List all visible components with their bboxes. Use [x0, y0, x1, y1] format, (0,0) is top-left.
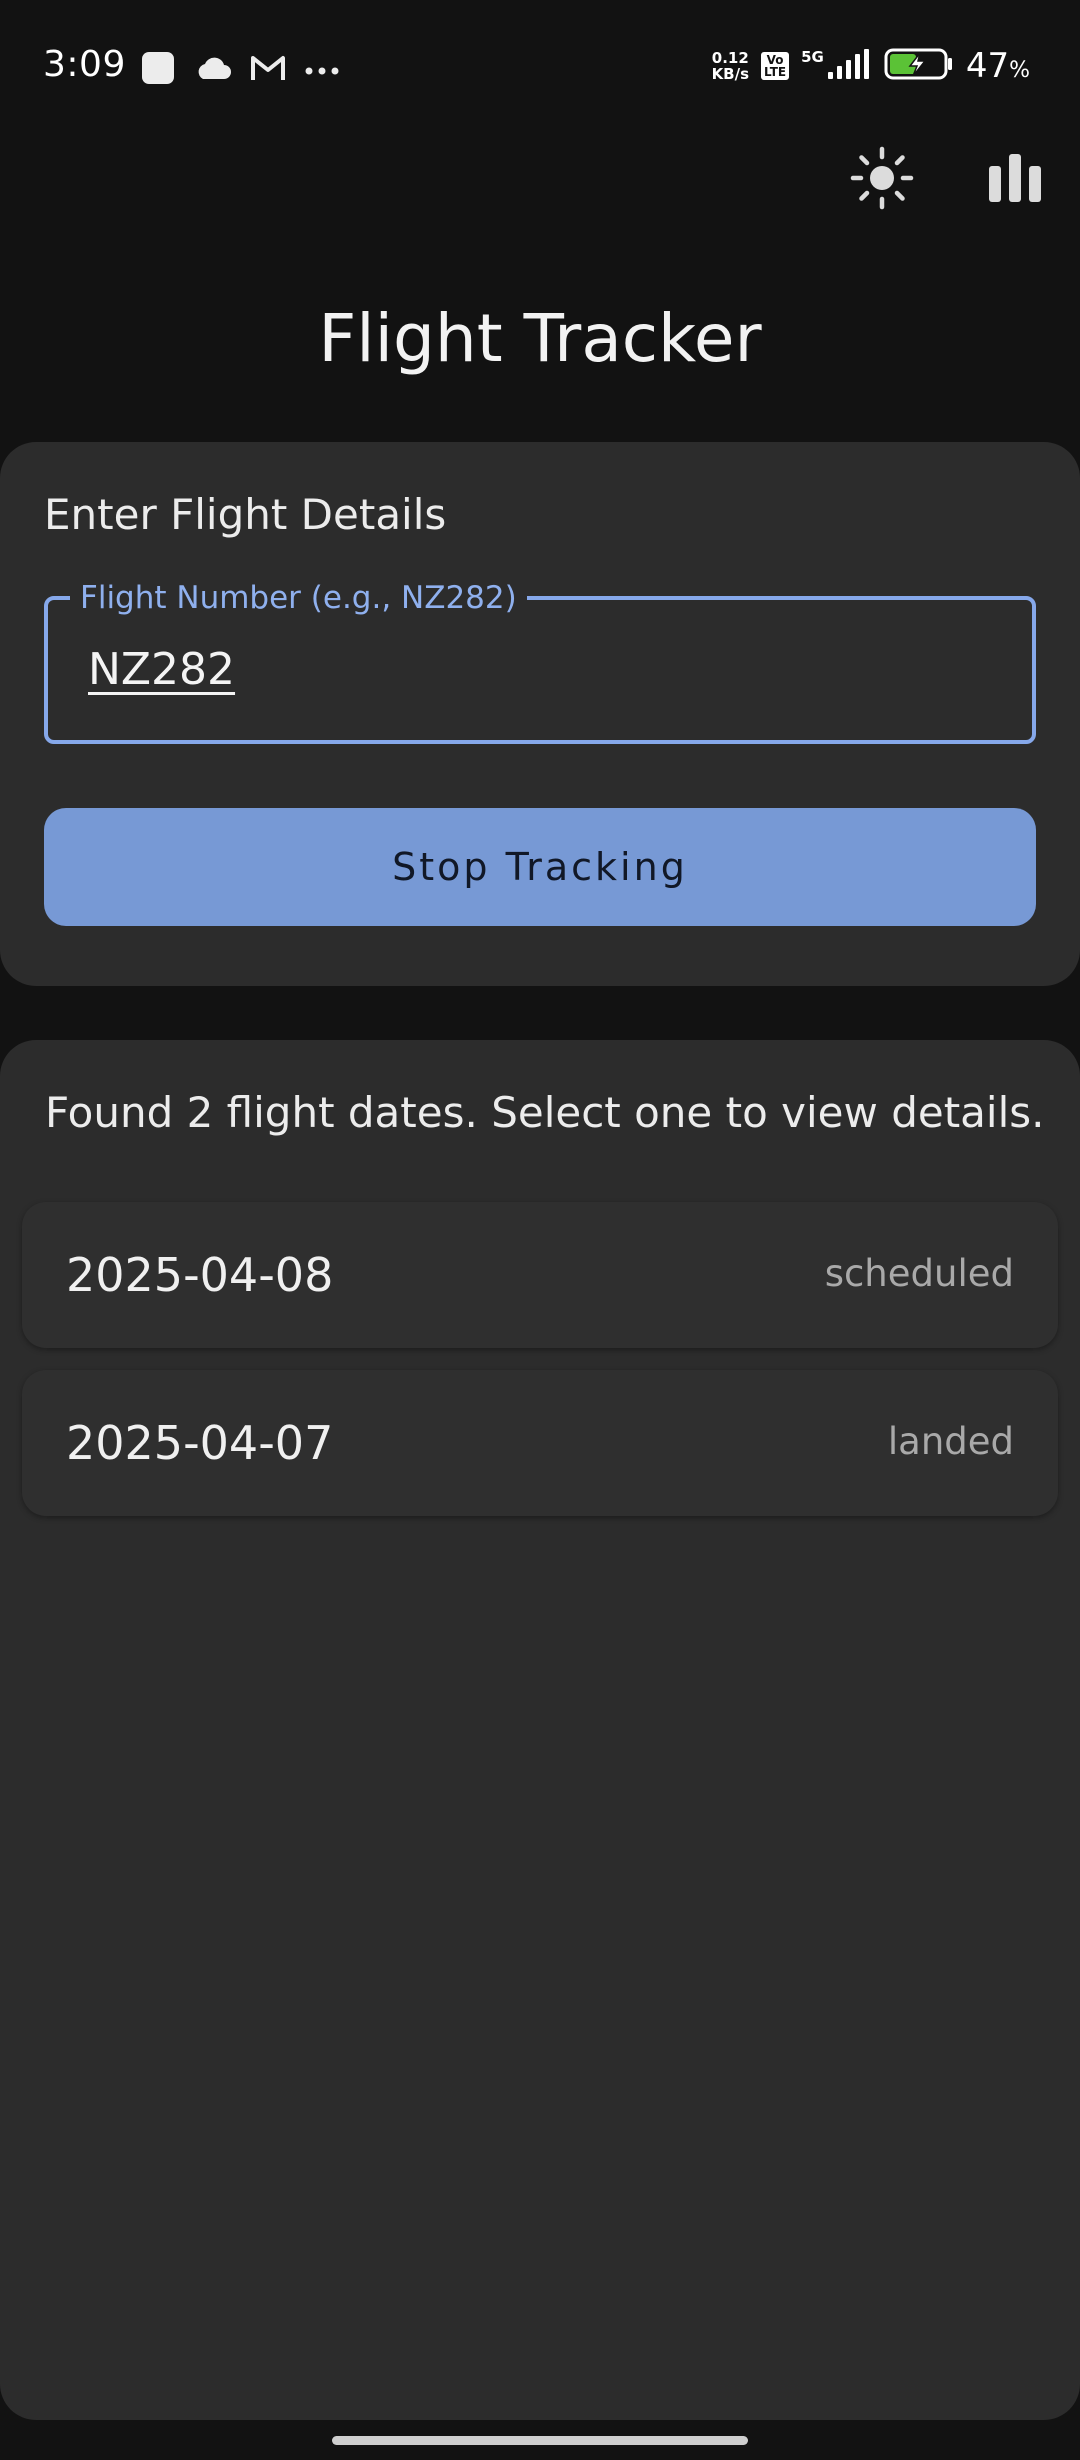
flight-number-input[interactable] — [88, 644, 988, 695]
stats-button[interactable] — [975, 140, 1055, 220]
top-actions — [0, 140, 1080, 220]
volte-bottom: LTE — [764, 65, 787, 79]
flight-status: scheduled — [824, 1252, 1014, 1295]
battery-percent-value: 47 — [965, 46, 1010, 86]
flight-number-field: Flight Number (e.g., NZ282) — [44, 578, 1036, 744]
flight-date: 2025-04-07 — [66, 1416, 334, 1470]
network-speed: 0.12 KB/s — [712, 50, 749, 82]
notification-icons — [140, 50, 340, 90]
network-speed-value: 0.12 — [711, 49, 749, 67]
flight-date-item[interactable]: 2025-04-08 scheduled — [22, 1202, 1058, 1348]
flight-number-label: Flight Number (e.g., NZ282) — [70, 578, 527, 618]
results-summary: Found 2 flight dates. Select one to view… — [45, 1088, 1045, 1137]
home-indicator[interactable] — [332, 2436, 748, 2445]
signal-icon — [826, 48, 872, 84]
battery-charging-icon — [884, 47, 954, 85]
status-bar: 3:09 0.12 KB/s Vo LTE 5G 47% — [0, 0, 1080, 130]
bar-chart-icon — [987, 152, 1043, 208]
signal-indicator: 5G — [801, 48, 872, 84]
theme-toggle-button[interactable] — [842, 140, 922, 220]
more-icon — [304, 61, 340, 80]
flight-status: landed — [887, 1420, 1014, 1463]
battery-percent-unit: % — [1009, 58, 1030, 83]
flight-date: 2025-04-08 — [66, 1248, 334, 1302]
app-notification-icon — [140, 50, 176, 90]
sun-icon — [850, 146, 914, 214]
network-speed-unit: KB/s — [711, 65, 750, 83]
volte-badge: Vo LTE — [761, 52, 790, 80]
flight-details-heading: Enter Flight Details — [44, 490, 447, 539]
page-title: Flight Tracker — [318, 300, 762, 377]
flight-tracker-screen: 3:09 0.12 KB/s Vo LTE 5G 47% Flight Trac… — [0, 0, 1080, 2460]
system-indicators: 0.12 KB/s Vo LTE 5G 47% — [712, 46, 1030, 86]
status-time: 3:09 — [43, 44, 126, 85]
network-type: 5G — [801, 48, 824, 66]
flight-date-item[interactable]: 2025-04-07 landed — [22, 1370, 1058, 1516]
stop-tracking-button[interactable]: Stop Tracking — [44, 808, 1036, 926]
gmail-icon — [250, 54, 286, 86]
battery-percent: 47% — [966, 46, 1030, 86]
cloud-icon — [194, 55, 232, 85]
